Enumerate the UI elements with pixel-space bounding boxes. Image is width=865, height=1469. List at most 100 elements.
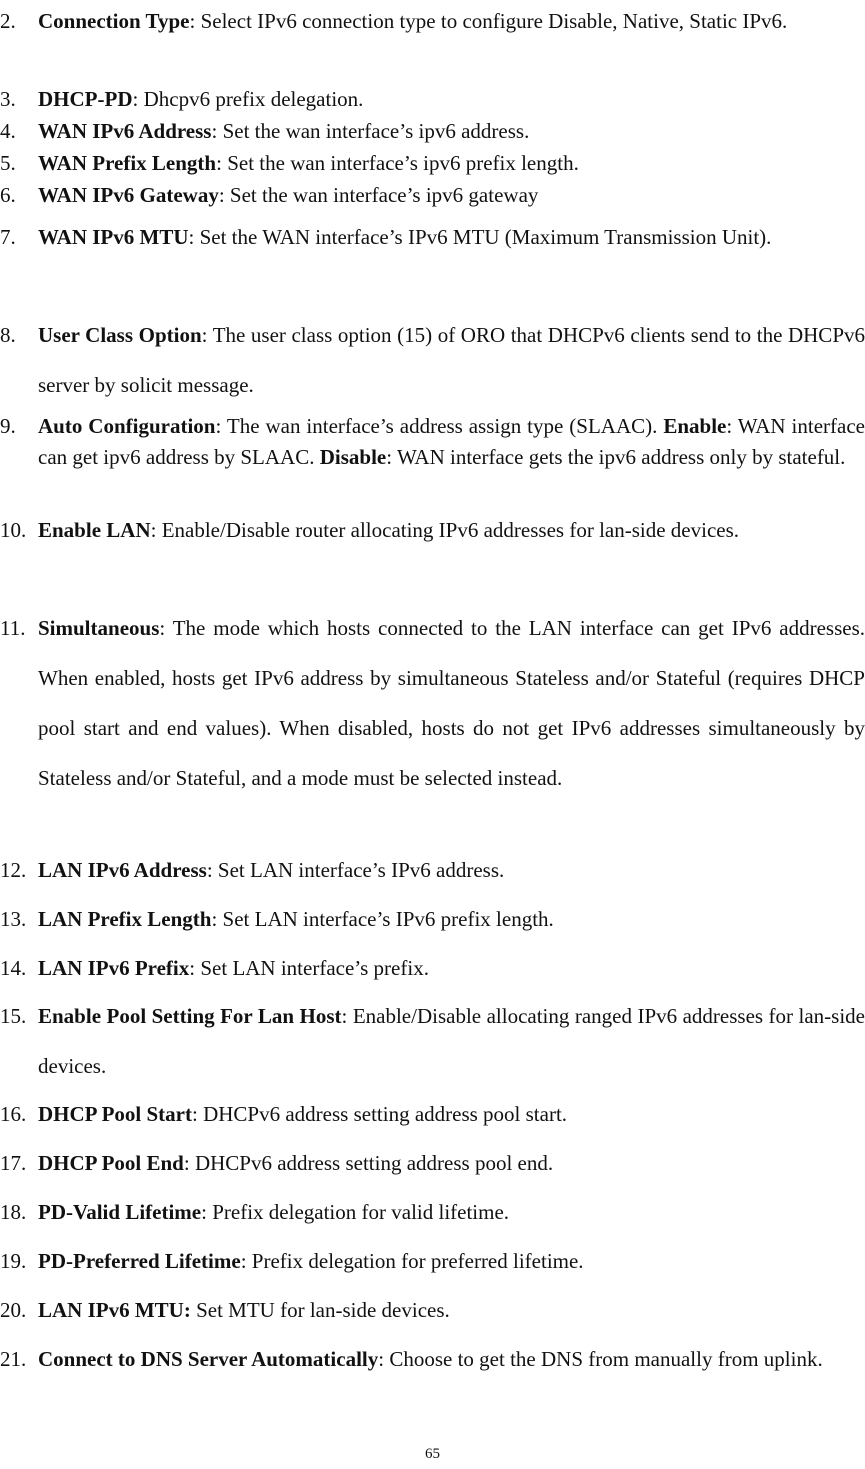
item-description: The wan interface’s address assign type … (226, 414, 664, 438)
list-item-pd-preferred-lifetime: 19. PD-Preferred Lifetime: Prefix delega… (0, 1236, 865, 1286)
item-number: 2. (0, 9, 16, 33)
item-number: 16. (0, 1102, 27, 1126)
item-term: PD-Preferred Lifetime (38, 1249, 241, 1273)
item-number: 20. (0, 1298, 27, 1322)
item-sep: : (216, 151, 228, 175)
item-term: Enable Pool Setting For Lan Host (38, 1004, 342, 1028)
item-description: Select IPv6 connection type to configure… (200, 9, 788, 33)
list-item-lan-ipv6-mtu: 20. LAN IPv6 MTU: Set MTU for lan-side d… (0, 1285, 865, 1335)
item-number: 15. (0, 1004, 27, 1028)
item-description: Choose to get the DNS from manually from… (389, 1347, 823, 1371)
item-number: 19. (0, 1249, 27, 1273)
item-number: 6. (0, 183, 16, 207)
list-item-wan-ipv6-gateway: 6. WAN IPv6 Gateway: Set the wan interfa… (0, 182, 865, 208)
item-description: Set the wan interface’s ipv6 gateway (229, 183, 539, 207)
item-term: WAN IPv6 MTU (38, 225, 189, 249)
item-sep: : (183, 1151, 195, 1175)
item-sep: : (341, 1004, 353, 1028)
item-description: Dhcpv6 prefix delegation. (143, 87, 364, 111)
item-number: 11. (0, 616, 26, 640)
item-description: Set LAN interface’s prefix. (200, 956, 429, 980)
item-sep: : (218, 183, 230, 207)
item-description: Set MTU for lan-side devices. (196, 1298, 450, 1322)
list-item-dhcp-pool-start: 16. DHCP Pool Start: DHCPv6 address sett… (0, 1089, 865, 1139)
item-description: The mode which hosts connected to the LA… (38, 616, 865, 790)
list-item-wan-ipv6-mtu: 7. WAN IPv6 MTU: Set the WAN interface’s… (0, 212, 865, 262)
item-number: 5. (0, 151, 16, 175)
item-sep: : (215, 414, 227, 438)
item-description-disable: : WAN interface gets the ipv6 address on… (386, 445, 846, 469)
item-term: WAN IPv6 Gateway (38, 183, 219, 207)
item-term: DHCP Pool End (38, 1151, 184, 1175)
item-description: Set LAN interface’s IPv6 address. (217, 858, 505, 882)
item-sep: : (240, 1249, 252, 1273)
item-number: 7. (0, 225, 16, 249)
item-sep: : (159, 616, 173, 640)
item-term: User Class Option (38, 323, 202, 347)
item-term-disable: Disable (319, 445, 387, 469)
list-item-lan-prefix-length: 13. LAN Prefix Length: Set LAN interface… (0, 894, 865, 944)
list-item-enable-lan: 10. Enable LAN: Enable/Disable router al… (0, 505, 865, 555)
item-number: 10. (0, 518, 27, 542)
item-description: Prefix delegation for valid lifetime. (212, 1200, 510, 1224)
item-sep: : (189, 956, 201, 980)
item-sep: : (211, 119, 223, 143)
item-term: PD-Valid Lifetime (38, 1200, 202, 1224)
item-term: WAN Prefix Length (38, 151, 217, 175)
item-number: 12. (0, 858, 27, 882)
list-item-connect-dns-auto: 21. Connect to DNS Server Automatically:… (0, 1334, 865, 1384)
item-term: DHCP Pool Start (38, 1102, 192, 1126)
item-sep: : (201, 323, 213, 347)
item-term: LAN IPv6 Prefix (38, 956, 190, 980)
item-sep: : (188, 225, 200, 249)
item-number: 4. (0, 119, 16, 143)
list-item-auto-configuration: 9. Auto Configuration: The wan interface… (0, 411, 865, 473)
item-sep: : (206, 858, 218, 882)
item-number: 13. (0, 907, 27, 931)
item-sep: : (189, 9, 201, 33)
item-sep: : (150, 518, 162, 542)
item-term: LAN Prefix Length (38, 907, 212, 931)
item-term: Connect to DNS Server Automatically (38, 1347, 379, 1371)
item-term: DHCP-PD (38, 87, 133, 111)
item-description: Set the WAN interface’s IPv6 MTU (Maximu… (199, 225, 772, 249)
list-item-wan-prefix-length: 5. WAN Prefix Length: Set the wan interf… (0, 150, 865, 176)
list-item-dhcp-pd: 3. DHCP-PD: Dhcpv6 prefix delegation. (0, 86, 865, 112)
item-term: Connection Type (38, 9, 190, 33)
list-item-lan-ipv6-prefix: 14. LAN IPv6 Prefix: Set LAN interface’s… (0, 943, 865, 993)
item-term: LAN IPv6 MTU: (38, 1298, 191, 1322)
item-term: LAN IPv6 Address (38, 858, 207, 882)
item-sep: : (211, 907, 223, 931)
item-description: Set the wan interface’s ipv6 prefix leng… (227, 151, 579, 175)
item-term: Simultaneous (38, 616, 160, 640)
list-item-dhcp-pool-end: 17. DHCP Pool End: DHCPv6 address settin… (0, 1138, 865, 1188)
item-number: 21. (0, 1347, 27, 1371)
item-sep: : (191, 1102, 204, 1126)
item-term: Enable LAN (38, 518, 151, 542)
list-item-wan-ipv6-address: 4. WAN IPv6 Address: Set the wan interfa… (0, 118, 865, 144)
item-sep: : (132, 87, 144, 111)
list-item-pd-valid-lifetime: 18. PD-Valid Lifetime: Prefix delegation… (0, 1187, 865, 1237)
item-sep: : (201, 1200, 213, 1224)
page-number: 65 (425, 1446, 440, 1462)
item-description: Set the wan interface’s ipv6 address. (222, 119, 530, 143)
item-number: 17. (0, 1151, 27, 1175)
list-item-user-class-option: 8. User Class Option: The user class opt… (0, 310, 865, 410)
item-term: WAN IPv6 Address (38, 119, 212, 143)
list-item-lan-ipv6-address: 12. LAN IPv6 Address: Set LAN interface’… (0, 845, 865, 895)
item-term-enable: Enable (663, 414, 727, 438)
item-number: 18. (0, 1200, 27, 1224)
item-description: Set LAN interface’s IPv6 prefix length. (222, 907, 554, 931)
list-item-connection-type: 2. Connection Type: Select IPv6 connecti… (0, 0, 865, 46)
item-description: DHCPv6 address setting address pool star… (203, 1102, 568, 1126)
list-item-enable-pool-setting: 15. Enable Pool Setting For Lan Host: En… (0, 991, 865, 1091)
item-description: Prefix delegation for preferred lifetime… (251, 1249, 584, 1273)
item-description: DHCPv6 address setting address pool end. (194, 1151, 554, 1175)
item-description: Enable/Disable router allocating IPv6 ad… (161, 518, 740, 542)
item-term: Auto Configuration (38, 414, 216, 438)
item-number: 3. (0, 87, 16, 111)
item-number: 9. (0, 414, 16, 438)
list-item-simultaneous: 11. Simultaneous: The mode which hosts c… (0, 603, 865, 803)
item-number: 8. (0, 323, 16, 347)
item-sep: : (378, 1347, 390, 1371)
